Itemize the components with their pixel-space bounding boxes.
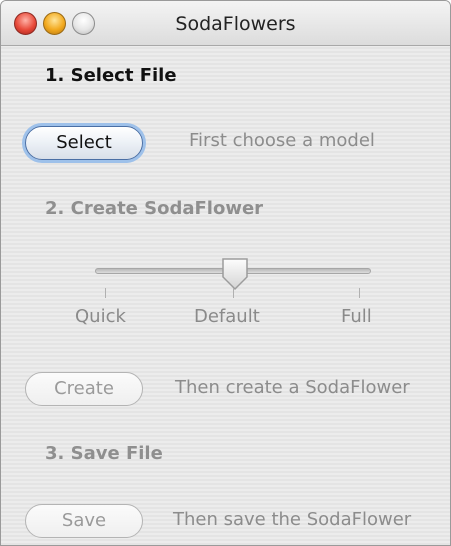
- slider-label-quick: Quick: [75, 306, 126, 327]
- app-window: SodaFlowers 1. Select File Select First …: [0, 0, 451, 546]
- save-button[interactable]: Save: [25, 504, 143, 538]
- select-button[interactable]: Select: [25, 126, 143, 160]
- title-bar[interactable]: SodaFlowers: [1, 1, 450, 46]
- slider-tick-quick: [105, 288, 106, 298]
- slider-label-default: Default: [194, 306, 260, 327]
- select-hint: First choose a model: [189, 130, 375, 151]
- slider-tick-default: [233, 288, 234, 298]
- window-title: SodaFlowers: [175, 13, 296, 35]
- quality-slider-knob[interactable]: [221, 257, 249, 291]
- create-hint: Then create a SodaFlower: [175, 377, 410, 398]
- slider-label-full: Full: [341, 306, 372, 327]
- step2-heading: 2. Create SodaFlower: [45, 198, 264, 219]
- save-hint: Then save the SodaFlower: [173, 509, 412, 530]
- slider-tick-full: [359, 288, 360, 298]
- step1-heading: 1. Select File: [45, 65, 177, 86]
- step3-heading: 3. Save File: [45, 443, 163, 464]
- create-button[interactable]: Create: [25, 372, 143, 406]
